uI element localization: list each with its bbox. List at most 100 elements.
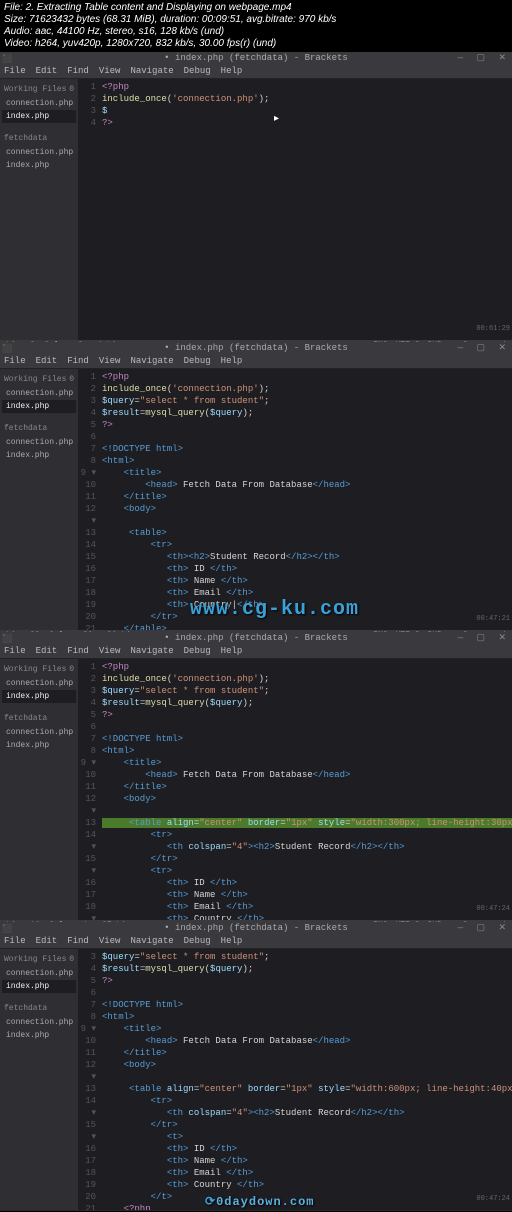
menu-file[interactable]: File <box>4 66 26 76</box>
menu-find[interactable]: Find <box>67 66 89 76</box>
project-heading[interactable]: fetchdata <box>2 1001 76 1016</box>
sidebar: Working Files0 connection.php index.php … <box>0 659 78 920</box>
project-file-index[interactable]: index.php <box>2 449 76 462</box>
watermark: www.cg-ku.com <box>190 598 359 621</box>
working-files-heading[interactable]: Working Files0 <box>2 372 76 387</box>
menu-bar: File Edit Find View Navigate Debug Help <box>0 934 512 949</box>
project-file-index[interactable]: index.php <box>2 1029 76 1042</box>
sidebar-file-connection[interactable]: connection.php <box>2 97 76 110</box>
menu-view[interactable]: View <box>99 356 121 366</box>
menu-file[interactable]: File <box>4 646 26 656</box>
project-heading[interactable]: fetchdata <box>2 421 76 436</box>
watermark: ⟳0daydown.com <box>205 1194 314 1209</box>
sidebar-file-index[interactable]: index.php <box>2 980 76 993</box>
menu-view[interactable]: View <box>99 646 121 656</box>
menu-find[interactable]: Find <box>67 646 89 656</box>
menu-find[interactable]: Find <box>67 356 89 366</box>
meta-line: Audio: aac, 44100 Hz, stereo, s16, 128 k… <box>4 26 508 38</box>
window-title: • index.php (fetchdata) - Brackets <box>164 923 348 933</box>
window-controls[interactable]: — ▢ ✕ <box>458 633 510 643</box>
project-file-connection[interactable]: connection.php <box>2 146 76 159</box>
code-area[interactable]: <?php include_once('connection.php'); $ … <box>102 79 512 131</box>
window-title: • index.php (fetchdata) - Brackets <box>164 633 348 643</box>
code-area[interactable]: <?php include_once('connection.php'); $q… <box>102 659 512 920</box>
menu-edit[interactable]: Edit <box>36 646 58 656</box>
window-titlebar: ⬛ • index.php (fetchdata) - Brackets — ▢ ✕ <box>0 632 512 644</box>
menu-navigate[interactable]: Navigate <box>130 936 173 946</box>
menu-help[interactable]: Help <box>221 936 243 946</box>
sidebar-file-index[interactable]: index.php <box>2 690 76 703</box>
menu-debug[interactable]: Debug <box>184 936 211 946</box>
sidebar-file-connection[interactable]: connection.php <box>2 967 76 980</box>
menu-debug[interactable]: Debug <box>184 646 211 656</box>
meta-line: Video: h264, yuv420p, 1280x720, 832 kb/s… <box>4 38 508 50</box>
menu-view[interactable]: View <box>99 66 121 76</box>
timestamp: 00:47:24 <box>476 1195 510 1203</box>
menu-help[interactable]: Help <box>221 356 243 366</box>
menu-file[interactable]: File <box>4 936 26 946</box>
window-controls[interactable]: — ▢ ✕ <box>458 53 510 63</box>
app-logo-icon: ⬛ <box>2 54 12 64</box>
menu-debug[interactable]: Debug <box>184 66 211 76</box>
menu-view[interactable]: View <box>99 936 121 946</box>
window-title: • index.php (fetchdata) - Brackets <box>164 53 348 63</box>
timestamp: 00:61:29 <box>476 325 510 333</box>
meta-line: Size: 71623432 bytes (68.31 MiB), durati… <box>4 14 508 26</box>
sidebar-file-index[interactable]: index.php <box>2 110 76 123</box>
menu-bar: File Edit Find View Navigate Debug Help <box>0 64 512 79</box>
window-controls[interactable]: — ▢ ✕ <box>458 343 510 353</box>
window-titlebar: ⬛ • index.php (fetchdata) - Brackets — ▢… <box>0 52 512 64</box>
app-logo-icon: ⬛ <box>2 924 12 934</box>
app-logo-icon: ⬛ <box>2 344 12 354</box>
code-editor[interactable]: 123456789 ▾101112 ▾131415161718192021222… <box>78 369 512 630</box>
sidebar: Working Files0 connection.php index.php … <box>0 369 78 630</box>
menu-help[interactable]: Help <box>221 66 243 76</box>
code-editor[interactable]: 123456789 ▾101112 ▾1314 ▾15 ▾161718 ▾192… <box>78 659 512 920</box>
mouse-cursor-icon: ▸ <box>274 113 279 125</box>
menu-bar: File Edit Find View Navigate Debug Help <box>0 354 512 369</box>
sidebar-file-connection[interactable]: connection.php <box>2 677 76 690</box>
line-gutter: 123456789 ▾101112 ▾1314 ▾15 ▾161718 ▾192… <box>78 659 100 920</box>
menu-edit[interactable]: Edit <box>36 936 58 946</box>
project-file-connection[interactable]: connection.php <box>2 1016 76 1029</box>
code-editor[interactable]: 3456789 ▾101112 ▾1314 ▾15 ▾1617181920212… <box>78 949 512 1210</box>
project-file-connection[interactable]: connection.php <box>2 726 76 739</box>
code-area[interactable]: <?php include_once('connection.php'); $q… <box>102 369 512 630</box>
menu-find[interactable]: Find <box>67 936 89 946</box>
menu-debug[interactable]: Debug <box>184 356 211 366</box>
menu-file[interactable]: File <box>4 356 26 366</box>
code-area[interactable]: $query="select * from student"; $result=… <box>102 949 512 1210</box>
app-logo-icon: ⬛ <box>2 634 12 644</box>
sidebar-file-index[interactable]: index.php <box>2 400 76 413</box>
editor-pane-1: ⬛ • index.php (fetchdata) - Brackets — ▢… <box>0 52 512 342</box>
file-metadata: File: 2. Extracting Table content and Di… <box>0 0 512 52</box>
window-title: • index.php (fetchdata) - Brackets <box>164 343 348 353</box>
editor-pane-3: ⬛ • index.php (fetchdata) - Brackets — ▢ ✕… <box>0 632 512 922</box>
sidebar-file-connection[interactable]: connection.php <box>2 387 76 400</box>
editor-pane-2: ⬛ • index.php (fetchdata) - Brackets — ▢ ✕… <box>0 342 512 632</box>
window-titlebar: ⬛ • index.php (fetchdata) - Brackets — ▢ ✕ <box>0 342 512 354</box>
project-heading[interactable]: fetchdata <box>2 131 76 146</box>
menu-edit[interactable]: Edit <box>36 356 58 366</box>
timestamp: 00:47:21 <box>476 615 510 623</box>
menu-bar: File Edit Find View Navigate Debug Help <box>0 644 512 659</box>
editor-pane-4: ⬛ • index.php (fetchdata) - Brackets — ▢ ✕… <box>0 922 512 1212</box>
line-gutter: 123456789 ▾101112 ▾131415161718192021222… <box>78 369 100 630</box>
working-files-heading[interactable]: Working Files0 <box>2 952 76 967</box>
menu-navigate[interactable]: Navigate <box>130 356 173 366</box>
working-files-heading[interactable]: Working Files0 <box>2 82 76 97</box>
code-editor[interactable]: 1234 <?php include_once('connection.php'… <box>78 79 512 340</box>
sidebar: Working Files0 connection.php index.php … <box>0 79 78 340</box>
menu-navigate[interactable]: Navigate <box>130 646 173 656</box>
project-file-index[interactable]: index.php <box>2 739 76 752</box>
project-heading[interactable]: fetchdata <box>2 711 76 726</box>
project-file-index[interactable]: index.php <box>2 159 76 172</box>
project-file-connection[interactable]: connection.php <box>2 436 76 449</box>
menu-edit[interactable]: Edit <box>36 66 58 76</box>
line-gutter: 3456789 ▾101112 ▾1314 ▾15 ▾1617181920212… <box>78 949 100 1210</box>
meta-line: File: 2. Extracting Table content and Di… <box>4 2 508 14</box>
menu-navigate[interactable]: Navigate <box>130 66 173 76</box>
menu-help[interactable]: Help <box>221 646 243 656</box>
working-files-heading[interactable]: Working Files0 <box>2 662 76 677</box>
window-controls[interactable]: — ▢ ✕ <box>458 923 510 933</box>
